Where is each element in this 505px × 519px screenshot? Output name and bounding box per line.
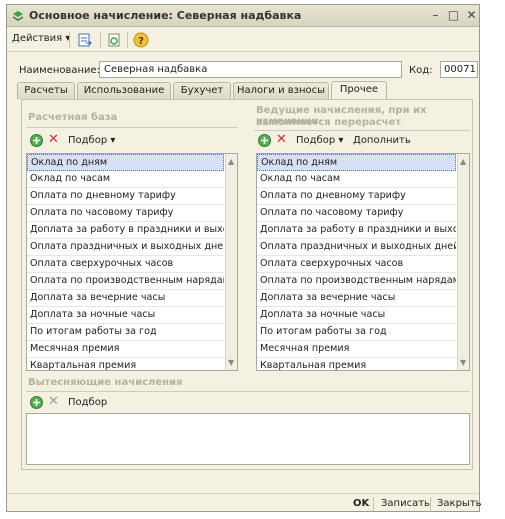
delete-icon[interactable]: ✕ [48, 395, 59, 409]
tab-usage[interactable]: Использование [77, 82, 171, 99]
scroll-up-icon[interactable]: ▲ [228, 157, 234, 166]
section-divider [254, 130, 470, 131]
close-icon[interactable]: ✕ [465, 9, 478, 22]
delete-icon[interactable]: ✕ [48, 133, 59, 147]
name-label: Наименование: [19, 65, 101, 76]
footer-bar: OK Записать Закрыть [7, 493, 482, 513]
tab-other[interactable]: Прочее [331, 81, 387, 99]
list-item[interactable]: Оплата сверхурочных часов [27, 256, 224, 273]
section-divider [26, 391, 470, 392]
refresh-document-icon[interactable] [106, 32, 122, 48]
list-item[interactable]: Оплата по дневному тарифу [27, 188, 224, 205]
actions-menu[interactable]: Действия ▾ [12, 33, 70, 44]
ok-button[interactable]: OK [353, 498, 369, 509]
base-section-title: Расчетная база [28, 112, 118, 123]
displacing-toolbar: ✕ Подбор [30, 395, 230, 412]
svg-text:?: ? [138, 36, 144, 47]
list-item[interactable]: Доплата за ночные часы [257, 307, 456, 324]
leading-list: Оклад по дням Оклад по часам Оплата по дне… [256, 153, 470, 371]
tab-accounting[interactable]: Бухучет [173, 82, 231, 99]
leading-add-button[interactable]: Дополнить [353, 135, 411, 146]
list-item[interactable]: Оклад по дням [27, 154, 224, 171]
footer-divider [373, 497, 374, 511]
list-item[interactable]: Квартальная премия [257, 358, 456, 370]
list-item[interactable]: Оклад по дням [257, 154, 456, 171]
section-divider [26, 127, 238, 128]
post-document-icon[interactable] [77, 32, 93, 48]
close-button[interactable]: Закрыть [437, 498, 482, 509]
tab-panel-other: Расчетная база ✕ Подбор ▾ Оклад по дням О… [21, 99, 473, 470]
dropdown-arrow-icon: ▾ [338, 135, 344, 146]
actions-label: Действия [12, 33, 63, 44]
add-icon[interactable] [30, 134, 43, 147]
scroll-up-icon[interactable]: ▲ [460, 157, 466, 166]
list-item[interactable]: Месячная премия [27, 341, 224, 358]
leading-select-button[interactable]: Подбор ▾ [296, 135, 343, 146]
footer-divider [430, 497, 431, 511]
displacing-select-button[interactable]: Подбор [68, 397, 107, 408]
title-bar: Основное начисление: Северная надбавка –… [7, 5, 479, 27]
list-item[interactable]: Месячная премия [257, 341, 456, 358]
add-icon[interactable] [30, 396, 43, 409]
list-item[interactable]: Оклад по часам [27, 171, 224, 188]
code-input[interactable]: 00071 [440, 61, 478, 78]
scroll-down-icon[interactable]: ▼ [460, 358, 466, 367]
help-icon[interactable]: ? [133, 32, 149, 48]
list-item[interactable]: Квартальная премия [27, 358, 224, 370]
maximize-icon[interactable]: □ [447, 9, 460, 22]
code-label: Код: [409, 65, 433, 76]
list-item[interactable]: По итогам работы за год [257, 324, 456, 341]
list-item[interactable]: Оплата праздничных и выходных дней [27, 239, 224, 256]
save-button[interactable]: Записать [381, 498, 430, 509]
tab-taxes[interactable]: Налоги и взносы [233, 82, 329, 99]
toolbar-divider [69, 32, 70, 48]
toolbar-divider [127, 32, 128, 48]
list-item[interactable]: По итогам работы за год [27, 324, 224, 341]
list-item[interactable]: Доплата за работу в праздники и выходн..… [257, 222, 456, 239]
list-item[interactable]: Доплата за работу в праздники и выход... [27, 222, 224, 239]
name-input[interactable]: Северная надбавка [99, 61, 402, 78]
scroll-down-icon[interactable]: ▼ [228, 358, 234, 367]
dialog-window: Основное начисление: Северная надбавка –… [6, 4, 482, 513]
toolbar-divider [100, 32, 101, 48]
leading-toolbar: ✕ Подбор ▾ Дополнить [258, 133, 468, 150]
list-item[interactable]: Оплата по часовому тарифу [27, 205, 224, 222]
delete-icon[interactable]: ✕ [276, 133, 287, 147]
leading-scrollbar[interactable]: ▲ ▼ [457, 154, 469, 370]
base-select-button[interactable]: Подбор ▾ [68, 135, 115, 146]
app-logo-icon [12, 11, 24, 21]
window-title: Основное начисление: Северная надбавка [29, 9, 302, 22]
base-toolbar: ✕ Подбор ▾ [30, 133, 230, 150]
leading-section-title-line2: выполняется перерасчет [256, 117, 402, 128]
list-item[interactable]: Оплата праздничных и выходных дней [257, 239, 456, 256]
list-item[interactable]: Оплата сверхурочных часов [257, 256, 456, 273]
list-item[interactable]: Оклад по часам [257, 171, 456, 188]
dropdown-arrow-icon: ▾ [110, 135, 116, 146]
base-list: Оклад по дням Оклад по часам Оплата по дне… [26, 153, 238, 371]
add-icon[interactable] [258, 134, 271, 147]
tab-calculations[interactable]: Расчеты [17, 82, 75, 99]
displacing-section-title: Вытесняющие начисления [28, 377, 183, 388]
list-item[interactable]: Оплата по производственным нарядам [27, 273, 224, 290]
list-item[interactable]: Оплата по часовому тарифу [257, 205, 456, 222]
leading-select-label: Подбор [296, 135, 336, 146]
list-item[interactable]: Оплата по производственным нарядам [257, 273, 456, 290]
list-item[interactable]: Доплата за вечерние часы [257, 290, 456, 307]
list-item[interactable]: Доплата за ночные часы [27, 307, 224, 324]
minimize-icon[interactable]: – [429, 9, 442, 22]
list-item[interactable]: Оплата по дневному тарифу [257, 188, 456, 205]
displacing-list[interactable] [26, 413, 470, 465]
list-item[interactable]: Доплата за вечерние часы [27, 290, 224, 307]
base-select-label: Подбор [68, 135, 108, 146]
base-scrollbar[interactable]: ▲ ▼ [225, 154, 237, 370]
toolbar: Действия ▾ ? [7, 28, 479, 52]
